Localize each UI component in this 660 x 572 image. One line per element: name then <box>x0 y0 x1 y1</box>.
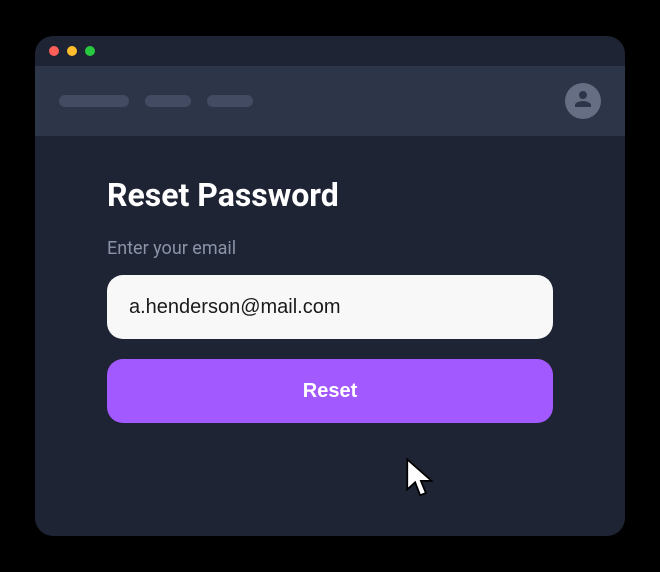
close-window-button[interactable] <box>49 46 59 56</box>
app-window: Reset Password Enter your email Reset <box>35 36 625 536</box>
minimize-window-button[interactable] <box>67 46 77 56</box>
reset-button[interactable]: Reset <box>107 359 553 423</box>
nav-placeholder <box>145 95 191 107</box>
reset-password-form: Reset Password Enter your email Reset <box>35 136 625 423</box>
page-title: Reset Password <box>107 176 553 214</box>
email-field[interactable] <box>107 275 553 339</box>
cursor-icon <box>405 458 441 498</box>
nav-placeholder <box>207 95 253 107</box>
avatar[interactable] <box>565 83 601 119</box>
window-titlebar <box>35 36 625 66</box>
app-header <box>35 66 625 136</box>
email-label: Enter your email <box>107 238 553 259</box>
maximize-window-button[interactable] <box>85 46 95 56</box>
nav-placeholder <box>59 95 129 107</box>
user-icon <box>571 87 595 115</box>
